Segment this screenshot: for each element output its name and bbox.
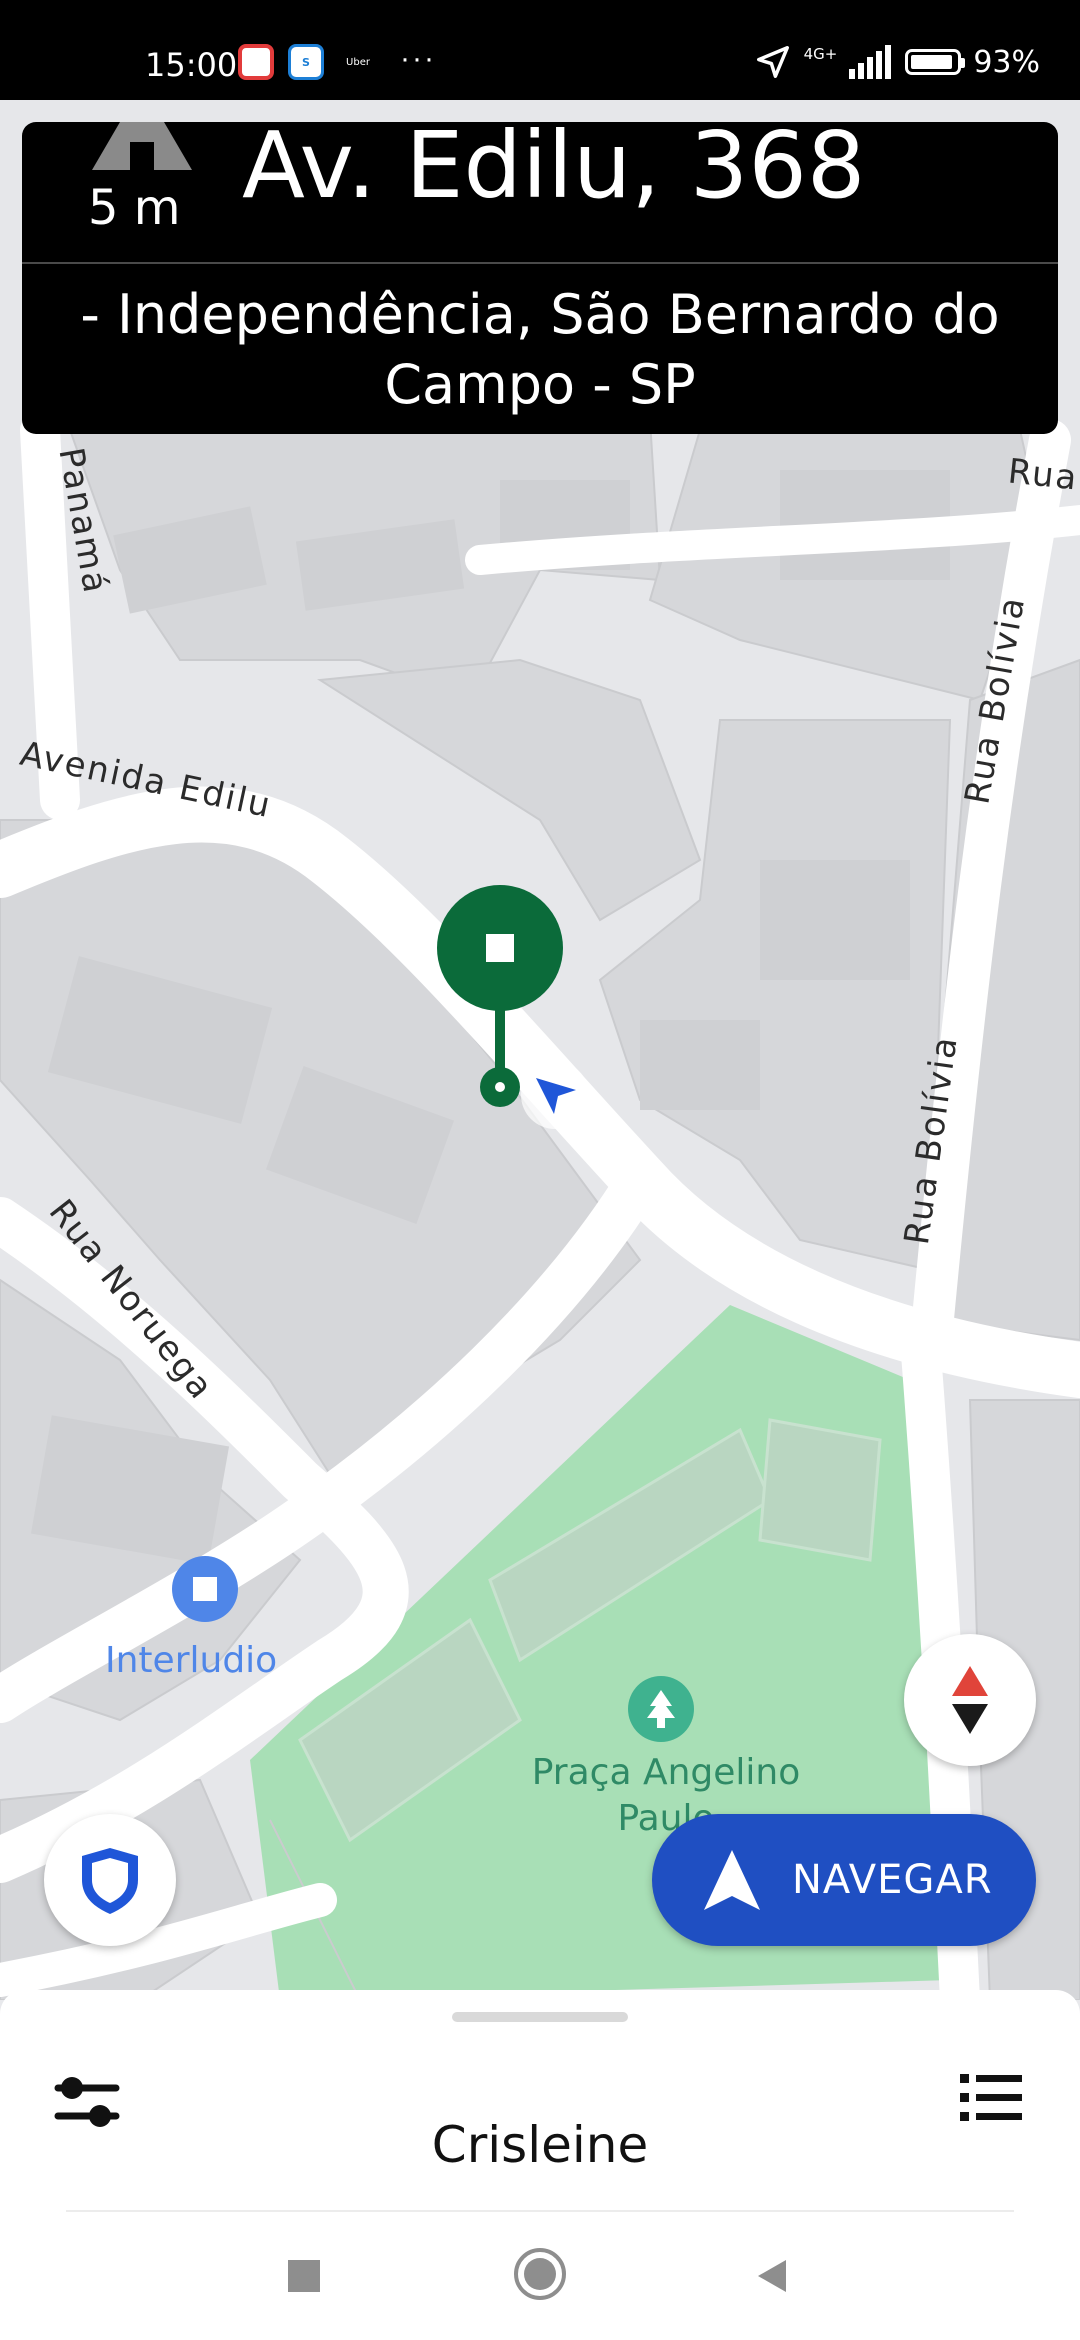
signal-icon bbox=[849, 45, 892, 79]
navigate-button[interactable]: NAVEGAR bbox=[652, 1814, 1036, 1946]
current-location-arrow-icon bbox=[521, 1061, 589, 1129]
recents-icon[interactable] bbox=[284, 2256, 324, 2296]
uber-app-icon: Uber bbox=[340, 44, 376, 80]
battery-icon bbox=[905, 49, 966, 75]
poi-interludio-label[interactable]: Interludio bbox=[105, 1640, 277, 1681]
compass-icon bbox=[952, 1666, 988, 1734]
safety-shield-button[interactable] bbox=[44, 1814, 176, 1946]
street-label-rua: Rua bbox=[1006, 451, 1080, 499]
status-time: 15:00 bbox=[145, 46, 238, 84]
turn-instruction-banner[interactable]: Av. Edilu, 368 5 m - Independência, São … bbox=[22, 122, 1058, 434]
more-notifications-icon: ··· bbox=[400, 42, 436, 75]
banner-street: Av. Edilu, 368 bbox=[242, 122, 866, 219]
back-icon[interactable] bbox=[752, 2256, 792, 2296]
location-arrow-icon bbox=[756, 46, 789, 78]
banner-address: - Independência, São Bernardo do Campo -… bbox=[80, 283, 1000, 416]
navigation-arrow-icon bbox=[704, 1850, 760, 1910]
system-navigation-bar bbox=[0, 2226, 1080, 2340]
compass-button[interactable] bbox=[904, 1634, 1036, 1766]
shield-icon bbox=[82, 1848, 138, 1914]
navigate-label: NAVEGAR bbox=[792, 1857, 993, 1903]
s-app-icon: S bbox=[288, 44, 324, 80]
banner-divider bbox=[22, 262, 1058, 264]
trip-bottom-sheet[interactable]: Crisleine bbox=[0, 1990, 1080, 2340]
rider-name: Crisleine bbox=[431, 2116, 649, 2174]
sheet-divider bbox=[66, 2210, 1014, 2212]
straight-arrow-icon bbox=[92, 122, 192, 170]
sheet-drag-handle[interactable] bbox=[452, 2012, 628, 2022]
list-icon[interactable] bbox=[960, 2072, 1022, 2122]
battery-percent: 93% bbox=[973, 44, 1040, 80]
status-indicators: 4G+ 93% bbox=[754, 40, 1040, 84]
network-type: 4G+ bbox=[803, 44, 838, 63]
status-bar: 15:00 ✉ S Uber ··· 4G+ 93% bbox=[0, 0, 1080, 100]
poi-interludio-icon[interactable] bbox=[172, 1556, 238, 1622]
banner-distance: 5 m bbox=[88, 180, 181, 236]
mail-app-icon: ✉ bbox=[238, 44, 274, 80]
park-tree-icon[interactable] bbox=[628, 1676, 694, 1742]
home-icon[interactable] bbox=[512, 2246, 568, 2302]
